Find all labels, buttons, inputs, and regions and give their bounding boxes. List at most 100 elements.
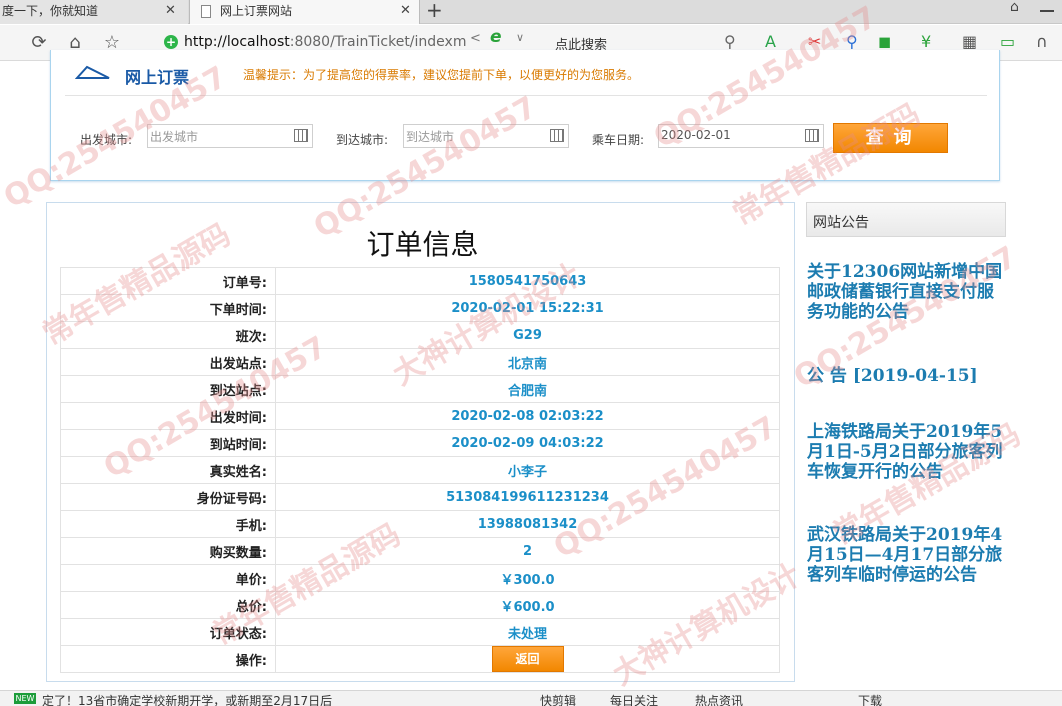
field-label: 出发时间: xyxy=(60,402,276,430)
page-icon xyxy=(201,5,211,18)
refresh-icon[interactable]: ⟳ xyxy=(28,32,50,54)
secure-shield-icon: + xyxy=(164,35,178,49)
field-label: 订单状态: xyxy=(60,618,276,646)
daily-focus-button[interactable]: 每日关注 xyxy=(610,692,658,706)
new-tab-button[interactable]: + xyxy=(426,0,443,22)
field-value: 2 xyxy=(275,537,780,565)
field-value: G29 xyxy=(275,321,780,349)
shirt-skin-icon[interactable]: ⌂ xyxy=(1010,0,1024,14)
minimize-icon[interactable] xyxy=(1040,10,1054,12)
departure-city-input[interactable]: 出发城市 xyxy=(147,124,313,148)
notice-link[interactable]: 公 告 [2019-04-15] xyxy=(807,366,1009,386)
train-logo-icon xyxy=(75,65,110,79)
departure-label: 出发城市: xyxy=(80,133,133,147)
field-value: 13988081342 xyxy=(275,510,780,538)
quick-clip-button[interactable]: 快剪辑 xyxy=(540,692,576,706)
field-label: 身份证号码: xyxy=(60,483,276,511)
arrival-label: 到达城市: xyxy=(336,133,389,147)
scissors-icon[interactable]: ✂ xyxy=(808,33,821,51)
field-value: 北京南 xyxy=(275,348,780,376)
apps-grid-icon[interactable]: ▦ xyxy=(962,33,977,51)
search-panel: 网上订票 温馨提示：为了提高您的得票率，建议您提前下单，以便更好的为您服务。 出… xyxy=(50,50,1000,181)
table-row: 班次: G29 xyxy=(60,321,780,349)
order-table: 订单号: 1580541750643 下单时间: 2020-02-01 15:22:3… xyxy=(60,267,780,673)
field-value: 513084199611231234 xyxy=(275,483,780,511)
site-logo[interactable]: 网上订票 xyxy=(125,64,189,88)
browser-tab-ticket-site[interactable]: 网上订票网站 ✕ xyxy=(189,0,420,24)
field-value: ￥600.0 xyxy=(275,591,780,619)
headphones-icon[interactable]: ∩ xyxy=(1036,33,1048,51)
table-row: 操作: 返回 xyxy=(60,645,780,673)
news-ticker[interactable]: 定了！13省市确定学校新期开学，或新期至2月17日后 xyxy=(42,692,332,706)
browser-tab-baidu[interactable]: 度一下，你就知道 ✕ xyxy=(0,0,188,24)
calendar-icon[interactable] xyxy=(294,129,308,142)
field-label: 总价: xyxy=(60,591,276,619)
field-label: 到达站点: xyxy=(60,375,276,403)
notice-title: 网站公告 xyxy=(806,202,1006,237)
translate-icon[interactable]: A xyxy=(765,33,776,51)
magnifier-icon[interactable]: ⚲ xyxy=(846,33,858,51)
battery-icon: ▭ xyxy=(1000,32,1016,51)
field-label: 到站时间: xyxy=(60,429,276,457)
field-label: 班次: xyxy=(60,321,276,349)
table-row: 身份证号码: 513084199611231234 xyxy=(60,483,780,511)
notice-link[interactable]: 关于12306网站新增中国邮政储蓄银行直接支付服务功能的公告 xyxy=(807,262,1009,322)
table-row: 订单号: 1580541750643 xyxy=(60,267,780,295)
page-title: 订单信息 xyxy=(366,228,479,261)
field-label: 出发站点: xyxy=(60,348,276,376)
table-row: 到站时间: 2020-02-09 04:03:22 xyxy=(60,429,780,457)
table-row: 下单时间: 2020-02-01 15:22:31 xyxy=(60,294,780,322)
url-text: http://localhost:8080/TrainTicket/indexm xyxy=(184,34,467,50)
browser-status-bar: NEW 定了！13省市确定学校新期开学，或新期至2月17日后 快剪辑 每日关注 … xyxy=(0,690,1062,706)
field-value: 未处理 xyxy=(275,618,780,646)
table-row: 总价: ￥600.0 xyxy=(60,591,780,619)
table-row: 到达站点: 合肥南 xyxy=(60,375,780,403)
table-row: 出发站点: 北京南 xyxy=(60,348,780,376)
search-icon[interactable]: ⚲ xyxy=(724,33,736,51)
tip-text: 温馨提示：为了提高您的得票率，建议您提前下单，以便更好的为您服务。 xyxy=(243,68,640,82)
field-value: 2020-02-08 02:03:22 xyxy=(275,402,780,430)
field-label: 订单号: xyxy=(60,267,276,295)
ie-compat-icon[interactable]: e xyxy=(490,27,502,47)
field-value: 1580541750643 xyxy=(275,267,780,295)
order-panel: 订单信息 订单号: 1580541750643 下单时间: 2020-02-01 15… xyxy=(46,202,795,682)
tab-title: 度一下，你就知道 xyxy=(2,4,99,18)
field-label: 真实姓名: xyxy=(60,456,276,484)
tab-title: 网上订票网站 xyxy=(220,4,293,18)
travel-date-input[interactable]: 2020-02-01 xyxy=(658,124,824,148)
yen-wallet-icon[interactable]: ¥ xyxy=(921,33,931,51)
field-label: 操作: xyxy=(60,645,276,673)
field-value: 返回 xyxy=(275,645,780,673)
field-label: 手机: xyxy=(60,510,276,538)
arrival-city-input[interactable]: 到达城市 xyxy=(403,124,569,148)
notice-link[interactable]: 武汉铁路局关于2019年4月15日—4月17日部分旅客列车临时停运的公告 xyxy=(807,525,1009,585)
calendar-icon[interactable] xyxy=(550,129,564,142)
divider xyxy=(65,95,987,96)
tab-close-icon[interactable]: ✕ xyxy=(165,0,176,22)
table-row: 出发时间: 2020-02-08 02:03:22 xyxy=(60,402,780,430)
chevron-down-icon[interactable]: ∨ xyxy=(516,31,524,44)
table-row: 真实姓名: 小李子 xyxy=(60,456,780,484)
download-button[interactable]: 下载 xyxy=(858,692,882,706)
date-label: 乘车日期: xyxy=(592,133,645,147)
query-button[interactable]: 查询 xyxy=(833,123,948,153)
new-badge: NEW xyxy=(14,693,36,704)
calendar-icon[interactable] xyxy=(805,129,819,142)
table-row: 手机: 13988081342 xyxy=(60,510,780,538)
field-label: 单价: xyxy=(60,564,276,592)
hot-news-button[interactable]: 热点资讯 xyxy=(695,692,743,706)
table-row: 单价: ￥300.0 xyxy=(60,564,780,592)
game-controller-icon[interactable]: ◼ xyxy=(878,33,891,51)
field-label: 购买数量: xyxy=(60,537,276,565)
notice-link[interactable]: 上海铁路局关于2019年5月1日-5月2日部分旅客列车恢复开行的公告 xyxy=(807,422,1009,482)
back-button[interactable]: 返回 xyxy=(491,646,564,672)
browser-tab-strip: 度一下，你就知道 ✕ 网上订票网站 ✕ + ⌂ xyxy=(0,0,1062,24)
field-value: 2020-02-09 04:03:22 xyxy=(275,429,780,457)
share-icon[interactable]: < xyxy=(470,31,481,46)
field-value: 小李子 xyxy=(275,456,780,484)
field-value: 2020-02-01 15:22:31 xyxy=(275,294,780,322)
table-row: 订单状态: 未处理 xyxy=(60,618,780,646)
tab-close-icon[interactable]: ✕ xyxy=(400,0,411,22)
field-label: 下单时间: xyxy=(60,294,276,322)
table-row: 购买数量: 2 xyxy=(60,537,780,565)
